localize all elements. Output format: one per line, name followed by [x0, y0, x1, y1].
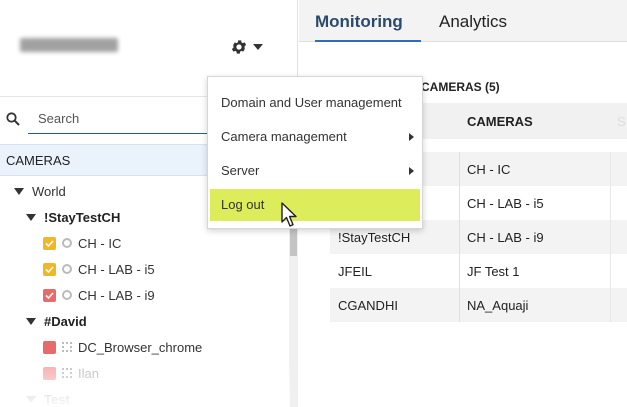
gear-icon — [230, 38, 248, 56]
camera-cell: CH - LAB - i9 — [467, 230, 544, 245]
menu-item-label: Log out — [221, 197, 265, 212]
tree-camera-item[interactable]: CH - IC — [43, 230, 121, 256]
tree-node-label: Ilan — [78, 365, 99, 381]
camera-icon — [62, 238, 72, 248]
tab-analytics[interactable]: Analytics — [439, 0, 507, 42]
menu-item-label: Domain and User management — [221, 95, 402, 110]
tree-camera-item[interactable]: Ilan — [43, 360, 99, 386]
camera-icon — [62, 264, 72, 274]
owner-cell: CGANDHI — [338, 298, 398, 313]
search-icon — [6, 112, 20, 131]
tree-node-world[interactable]: World — [14, 178, 66, 204]
tree-node-label: CH - IC — [78, 235, 122, 251]
checkbox-checked[interactable] — [43, 262, 56, 276]
chevron-down-icon — [253, 44, 263, 50]
menu-item-label: Server — [221, 163, 260, 178]
checkbox-unchecked[interactable] — [43, 340, 56, 354]
camera-icon — [62, 368, 72, 378]
menu-item-log-out[interactable]: Log out — [210, 189, 420, 221]
camera-icon — [62, 290, 72, 300]
settings-dropdown-menu: Domain and User management Camera manage… — [207, 76, 423, 229]
user-name-redacted — [20, 38, 118, 52]
tab-monitoring[interactable]: Monitoring — [315, 0, 421, 42]
owner-cell: JFEIL — [338, 264, 372, 279]
tree-node-label: CH - LAB - i9 — [78, 287, 155, 303]
menu-item-server[interactable]: Server — [210, 155, 420, 187]
column-divider — [459, 152, 460, 322]
column-header-next: S — [617, 114, 626, 129]
tab-bar: Monitoring Analytics — [299, 0, 627, 42]
tree-node-group[interactable]: !StayTestCH — [26, 204, 120, 230]
chevron-right-icon — [409, 167, 414, 175]
checkbox-checked[interactable] — [43, 236, 56, 250]
expand-caret-icon[interactable] — [26, 395, 36, 403]
camera-cell: CH - LAB - i5 — [467, 196, 544, 211]
camera-cell: JF Test 1 — [467, 264, 520, 279]
tree-node-label: DC_Browser_chrome — [78, 339, 203, 355]
table-row[interactable]: CGANDHI NA_Aquaji — [330, 288, 627, 322]
expand-caret-icon[interactable] — [26, 317, 36, 325]
camera-cell: NA_Aquaji — [467, 298, 529, 313]
menu-item-domain-user-management[interactable]: Domain and User management — [210, 87, 420, 119]
tree-node-label: CH - LAB - i5 — [78, 261, 155, 277]
tree-node-group[interactable]: Test — [26, 386, 70, 407]
menu-item-camera-management[interactable]: Camera management — [210, 121, 420, 153]
checkbox-unchecked[interactable] — [43, 366, 56, 380]
cameras-count-label: CAMERAS (5) — [421, 80, 500, 94]
tree-node-label: #David — [44, 313, 87, 329]
tree-node-label: Test — [44, 391, 70, 407]
camera-cell: CH - IC — [467, 162, 511, 177]
tree-node-group[interactable]: #David — [26, 308, 87, 334]
mouse-cursor-icon — [281, 202, 299, 233]
tree-camera-item[interactable]: CH - LAB - i9 — [43, 282, 155, 308]
table-row[interactable]: JFEIL JF Test 1 — [330, 254, 627, 288]
checkbox-checked[interactable] — [43, 288, 56, 302]
tree-node-label: !StayTestCH — [44, 209, 121, 225]
camera-icon — [62, 342, 72, 352]
menu-item-label: Camera management — [221, 129, 347, 144]
tree-node-label: World — [32, 183, 66, 199]
chevron-right-icon — [409, 133, 414, 141]
settings-menu-button[interactable] — [230, 36, 272, 58]
tree-camera-item[interactable]: CH - LAB - i5 — [43, 256, 155, 282]
expand-caret-icon[interactable] — [14, 187, 24, 195]
column-divider — [610, 152, 611, 322]
column-header-cameras[interactable]: CAMERAS — [467, 103, 533, 139]
expand-caret-icon[interactable] — [26, 213, 36, 221]
tree-camera-item[interactable]: DC_Browser_chrome — [43, 334, 202, 360]
